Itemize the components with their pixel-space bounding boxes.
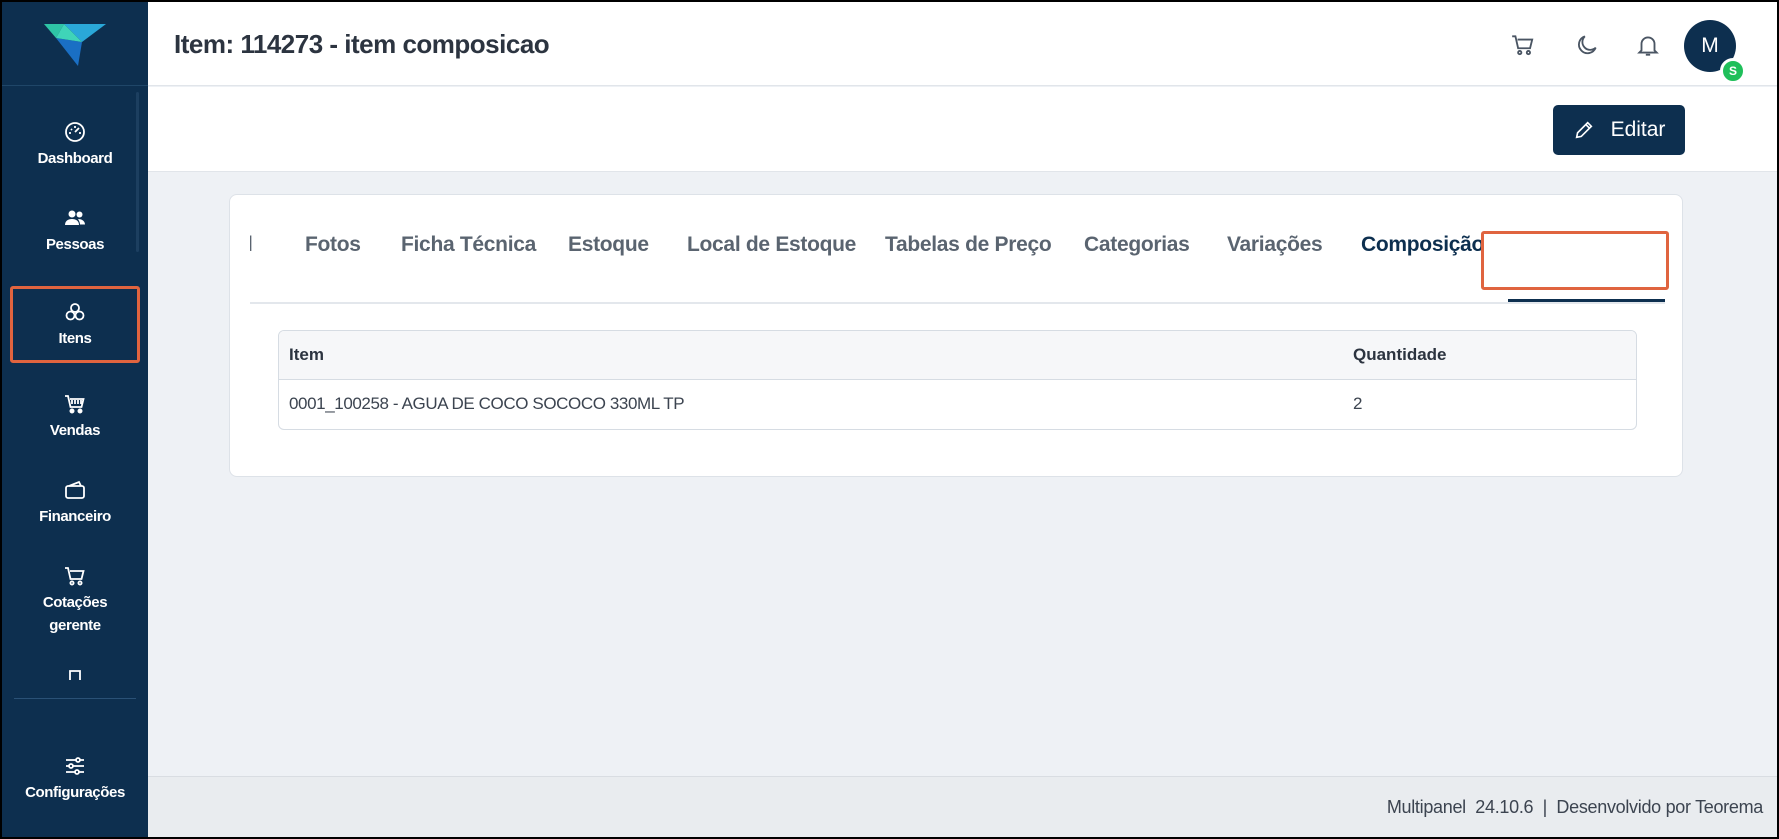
top-header: Item: 114273 - item composicao M S <box>148 2 1777 86</box>
logo[interactable] <box>2 2 148 86</box>
composition-table: Item Quantidade 0001_100258 - AGUA DE CO… <box>278 330 1637 430</box>
cart-icon[interactable] <box>1510 32 1536 58</box>
cell-quantidade: 2 <box>1353 394 1363 413</box>
items-icon <box>63 300 87 324</box>
sidebar-item-cotacoes-gerente[interactable]: Cotações gerente <box>10 556 140 644</box>
sidebar-item-label: Configurações <box>25 784 125 801</box>
pencil-icon <box>1575 121 1593 139</box>
cell-item: 0001_100258 - AGUA DE COCO SOCOCO 330ML … <box>289 394 685 413</box>
tab-composicao[interactable]: Composição <box>1361 233 1484 257</box>
partial-icon <box>63 662 87 686</box>
sidebar-item-label: Pessoas <box>45 236 105 253</box>
tab-tabelas-de-preco[interactable]: Tabelas de Preço <box>885 233 1052 257</box>
sidebar-item-label: Vendas <box>49 422 101 439</box>
sidebar-item-vendas[interactable]: Vendas <box>10 386 140 448</box>
footer: Multipanel 24.10.6 | Desenvolvido por Te… <box>148 776 1777 837</box>
sidebar-divider <box>14 698 136 699</box>
table-row[interactable]: 0001_100258 - AGUA DE COCO SOCOCO 330ML … <box>279 380 1636 429</box>
people-icon <box>63 206 87 230</box>
wallet-icon <box>63 478 87 502</box>
action-bar: Editar <box>148 87 1777 172</box>
sidebar-item-configuracoes[interactable]: Configurações <box>10 746 140 812</box>
active-tab-indicator <box>1508 299 1665 302</box>
column-header-quantidade[interactable]: Quantidade <box>1353 345 1447 365</box>
item-card: l Fotos Ficha Técnica Estoque Local de E… <box>229 194 1683 477</box>
footer-text: Multipanel 24.10.6 | Desenvolvido por Te… <box>1386 797 1763 817</box>
moon-icon[interactable] <box>1574 32 1600 58</box>
sidebar-item-label: Financeiro <box>39 508 111 525</box>
bell-icon[interactable] <box>1635 32 1661 58</box>
app-window: Dashboard Pessoas Itens Vendas Financeir… <box>2 2 1777 837</box>
sidebar-item-partial[interactable] <box>10 660 140 690</box>
dashboard-icon <box>63 120 87 144</box>
sidebar-item-label: Cotações gerente <box>42 593 108 634</box>
tab-fotos[interactable]: Fotos <box>305 233 361 257</box>
sidebar-item-label: Itens <box>58 329 92 347</box>
tab-bar: l Fotos Ficha Técnica Estoque Local de E… <box>250 195 1665 304</box>
active-tab-highlight <box>1481 231 1669 290</box>
avatar-initial: M <box>1701 34 1719 57</box>
sidebar-item-dashboard[interactable]: Dashboard <box>10 114 140 176</box>
settings-sliders-icon <box>63 754 87 778</box>
table-header: Item Quantidade <box>279 331 1636 380</box>
sidebar-item-pessoas[interactable]: Pessoas <box>10 200 140 262</box>
tab-categorias[interactable]: Categorias <box>1084 233 1190 257</box>
tab-local-de-estoque[interactable]: Local de Estoque <box>687 233 856 257</box>
sidebar-item-itens[interactable]: Itens <box>10 286 140 363</box>
tab-variacoes[interactable]: Variações <box>1227 233 1323 257</box>
status-badge: S <box>1720 58 1746 84</box>
edit-button-label: Editar <box>1610 118 1666 141</box>
logo-icon <box>44 23 106 66</box>
tab-partial[interactable]: l <box>250 233 253 257</box>
cart-icon <box>63 564 87 588</box>
sidebar-item-financeiro[interactable]: Financeiro <box>10 472 140 534</box>
sidebar-item-label: Dashboard <box>37 150 113 167</box>
sidebar-scrollbar[interactable] <box>136 92 139 252</box>
sales-cart-icon <box>63 392 87 416</box>
sidebar: Dashboard Pessoas Itens Vendas Financeir… <box>2 2 148 837</box>
tab-estoque[interactable]: Estoque <box>568 233 649 257</box>
edit-button[interactable]: Editar <box>1553 105 1685 155</box>
tab-ficha-tecnica[interactable]: Ficha Técnica <box>401 233 536 257</box>
column-header-item[interactable]: Item <box>289 345 324 365</box>
page-title: Item: 114273 - item composicao <box>174 29 550 59</box>
